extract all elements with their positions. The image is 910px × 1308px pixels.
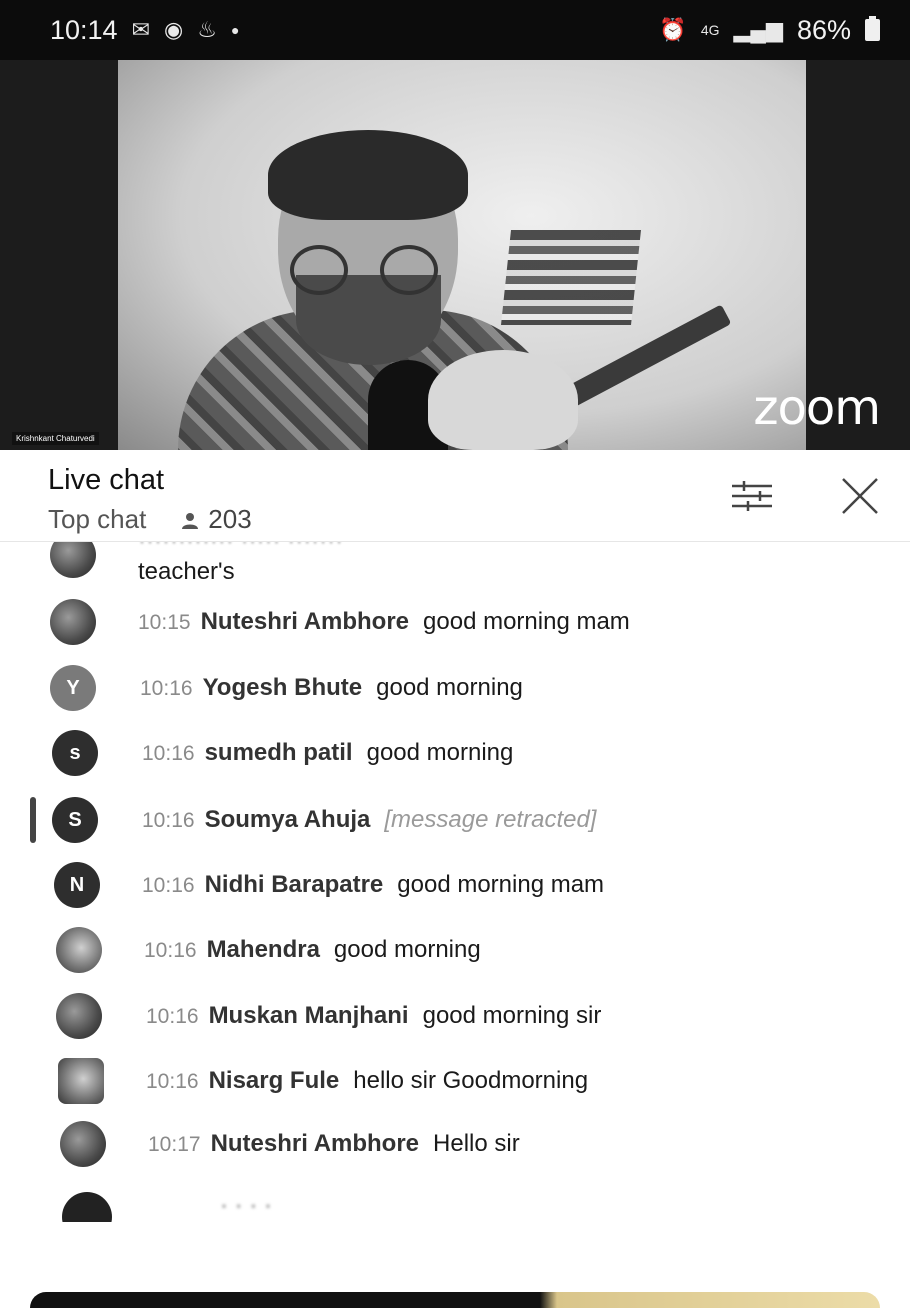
message-author[interactable]: Mahendra xyxy=(207,936,320,963)
dot-icon: ● xyxy=(230,22,240,38)
message-time: 10:17 xyxy=(148,1133,201,1156)
chat-message[interactable]: S 10:16 Soumya Ahuja [message retracted] xyxy=(0,795,910,845)
message-body: 10:16 Yogesh Bhute good morning xyxy=(140,674,523,702)
status-bar: 10:14 ✉ ◉ ♨ ● ⏰ 4G ▂▄▆ 86% xyxy=(0,0,910,60)
message-body: 10:17 Nuteshri Ambhore Hello sir xyxy=(148,1130,520,1158)
gmail-icon: ✉ xyxy=(131,17,151,42)
chat-mode-selector[interactable]: Top chat xyxy=(48,504,146,535)
message-author[interactable]: Yogesh Bhute xyxy=(203,674,363,701)
avatar[interactable] xyxy=(60,1121,106,1167)
message-time: 10:16 xyxy=(142,809,195,832)
glasses-left-lens xyxy=(290,245,348,295)
message-body: 10:16 Soumya Ahuja [message retracted] xyxy=(142,806,596,834)
message-text: good morning mam xyxy=(423,608,630,635)
chat-message[interactable]: s 10:16 sumedh patil good morning xyxy=(0,728,910,778)
message-text: good morning xyxy=(376,674,523,701)
notification-icon: ♨ xyxy=(197,17,217,42)
message-body: 10:16 Nidhi Barapatre good morning mam xyxy=(142,871,604,899)
battery-percent: 86% xyxy=(796,14,851,45)
message-author[interactable]: Nisarg Fule xyxy=(209,1067,340,1094)
message-time: 10:16 xyxy=(140,677,193,700)
message-author[interactable]: Nuteshri Ambhore xyxy=(201,608,409,635)
avatar[interactable] xyxy=(58,1058,104,1104)
chat-message[interactable]: N 10:16 Nidhi Barapatre good morning mam xyxy=(0,860,910,910)
message-author[interactable]: Nuteshri Ambhore xyxy=(211,1130,419,1157)
person-icon xyxy=(182,512,199,529)
cut-message-text: teacher's xyxy=(138,558,235,585)
video-frame xyxy=(118,60,806,450)
message-body: 10:16 Muskan Manjhani good morning sir xyxy=(146,1002,601,1030)
message-body: 10:16 sumedh patil good morning xyxy=(142,739,513,767)
messenger-icon: ◉ xyxy=(164,17,184,42)
phone-bottom-edge xyxy=(30,1292,880,1308)
viewer-count: 203 xyxy=(180,504,252,535)
message-author[interactable]: Nidhi Barapatre xyxy=(205,871,384,898)
message-retracted: [message retracted] xyxy=(384,806,597,833)
message-author[interactable]: sumedh patil xyxy=(205,739,353,766)
message-time: 10:16 xyxy=(146,1070,199,1093)
avatar[interactable]: Y xyxy=(50,665,96,711)
chat-message[interactable]: 10:17 Nuteshri Ambhore Hello sir xyxy=(0,1119,910,1169)
avatar xyxy=(62,1192,112,1222)
cut-message-bottom: · · · · xyxy=(220,1192,272,1219)
message-text: good morning xyxy=(333,936,481,963)
message-body: 10:16 Mahendra good morning xyxy=(144,936,481,964)
participant-name-label: Krishnkant Chaturvedi xyxy=(12,432,99,445)
message-text: good morning xyxy=(366,739,514,766)
speaker-hand xyxy=(428,350,578,450)
message-body: 10:15 Nuteshri Ambhore good morning mam xyxy=(138,608,630,636)
avatar[interactable] xyxy=(50,599,96,645)
glasses-right-lens xyxy=(380,245,438,295)
message-text: good morning sir xyxy=(422,1002,602,1029)
close-icon xyxy=(842,478,878,514)
live-chat-header: Live chat Top chat 203 xyxy=(0,450,910,542)
message-text: hello sir Goodmorning xyxy=(353,1067,589,1094)
selection-marker xyxy=(30,797,36,843)
chat-message[interactable]: 10:16 Muskan Manjhani good morning sir xyxy=(0,991,910,1041)
message-time: 10:16 xyxy=(142,742,195,765)
message-time: 10:16 xyxy=(146,1005,199,1028)
alarm-icon: ⏰ xyxy=(659,17,687,42)
message-author[interactable]: Muskan Manjhani xyxy=(209,1002,409,1029)
message-author[interactable]: Soumya Ahuja xyxy=(205,806,371,833)
message-time: 10:16 xyxy=(142,874,195,897)
avatar[interactable]: N xyxy=(54,862,100,908)
avatar[interactable] xyxy=(56,993,102,1039)
zoom-logo: zoom xyxy=(753,380,881,436)
avatar[interactable] xyxy=(56,927,102,973)
video-player[interactable]: Krishnkant Chaturvedi zoom xyxy=(0,60,910,450)
battery-icon xyxy=(865,16,880,41)
status-bar-right: ⏰ 4G ▂▄▆ 86% xyxy=(659,15,880,46)
chat-message-list[interactable]: ············ ····· ······· teacher's 10:… xyxy=(0,542,910,1222)
message-time: 10:16 xyxy=(144,939,197,962)
chat-message[interactable]: 10:16 Nisarg Fule hello sir Goodmorning xyxy=(0,1056,910,1106)
chat-mode-row[interactable]: Top chat 203 xyxy=(48,504,252,535)
viewer-count-value: 203 xyxy=(208,504,252,534)
message-time: 10:15 xyxy=(138,611,191,634)
close-chat-button[interactable] xyxy=(836,472,884,520)
status-bar-left: 10:14 ✉ ◉ ♨ ● xyxy=(50,15,239,46)
avatar[interactable]: S xyxy=(52,797,98,843)
network-4g-icon: 4G xyxy=(700,22,720,38)
signal-icon: ▂▄▆ xyxy=(733,17,783,42)
message-body: 10:16 Nisarg Fule hello sir Goodmorning xyxy=(146,1067,588,1095)
cut-message-first-line: ············ ····· ······· xyxy=(138,542,343,556)
message-text: Hello sir xyxy=(433,1130,520,1157)
live-chat-title: Live chat xyxy=(48,464,165,496)
avatar xyxy=(50,542,96,578)
status-time: 10:14 xyxy=(50,14,118,45)
speaker-hair xyxy=(268,130,468,220)
chat-filter-button[interactable] xyxy=(728,472,776,520)
sliders-icon xyxy=(732,481,772,511)
chat-message[interactable]: 10:15 Nuteshri Ambhore good morning mam xyxy=(0,597,910,647)
message-text: good morning mam xyxy=(397,871,605,898)
books-stack xyxy=(501,230,641,325)
chat-message[interactable]: Y 10:16 Yogesh Bhute good morning xyxy=(0,663,910,713)
avatar[interactable]: s xyxy=(52,730,98,776)
chat-message[interactable]: 10:16 Mahendra good morning xyxy=(0,925,910,975)
